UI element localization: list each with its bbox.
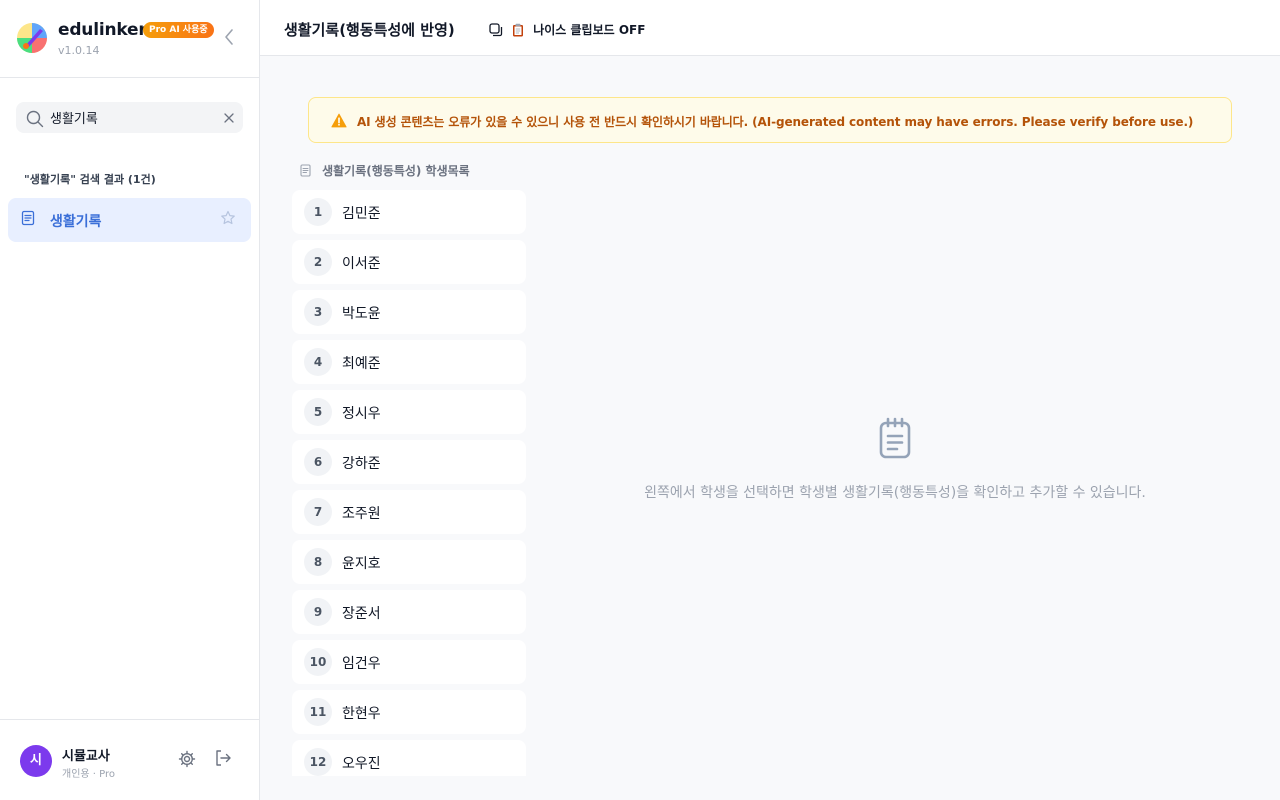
student-list: 1 김민준 2 이서준 3 박도윤 4 최예준 5 정시우 6 강하준 7 조주원 8 윤지호 9 장준서 10 임건… bbox=[292, 190, 526, 776]
top-header: 생활기록(행동특성에 반영) 나이스 클립보드 OFF bbox=[260, 0, 1280, 56]
student-list-heading: 생활기록(행동특성) 학생목록 bbox=[300, 160, 470, 178]
copy-icon bbox=[489, 22, 503, 36]
student-list-item[interactable]: 4 최예준 bbox=[292, 340, 526, 384]
student-list-item[interactable]: 3 박도윤 bbox=[292, 290, 526, 334]
search-icon bbox=[26, 110, 44, 128]
app-version: v1.0.14 bbox=[58, 44, 100, 57]
student-number-badge: 3 bbox=[304, 298, 332, 326]
warning-icon bbox=[331, 113, 347, 128]
search-input[interactable] bbox=[50, 106, 220, 129]
student-name: 김민준 bbox=[342, 206, 381, 222]
student-name: 오우진 bbox=[342, 756, 381, 772]
sidebar-item-label: 생활기록 bbox=[50, 214, 102, 230]
brand-header: edulinker Pro AI 사용중 v1.0.14 bbox=[0, 0, 259, 78]
student-number-badge: 5 bbox=[304, 398, 332, 426]
clear-search-close-icon[interactable] bbox=[223, 112, 235, 124]
student-list-item[interactable]: 8 윤지호 bbox=[292, 540, 526, 584]
student-list-item[interactable]: 7 조주원 bbox=[292, 490, 526, 534]
student-name: 강하준 bbox=[342, 456, 381, 472]
user-name: 시뮬교사 bbox=[62, 749, 110, 764]
student-list-item[interactable]: 2 이서준 bbox=[292, 240, 526, 284]
student-list-item[interactable]: 5 정시우 bbox=[292, 390, 526, 434]
student-number-badge: 6 bbox=[304, 448, 332, 476]
page-title: 생활기록(행동특성에 반영) bbox=[284, 21, 455, 39]
student-name: 조주원 bbox=[342, 506, 381, 522]
avatar[interactable]: 시 bbox=[20, 745, 52, 777]
clipboard-toggle-label: 나이스 클립보드 OFF bbox=[533, 23, 646, 37]
collapse-sidebar-chevron-left-icon[interactable] bbox=[220, 26, 238, 48]
empty-state-message: 왼쪽에서 학생을 선택하면 학생별 생활기록(행동특성)을 확인하고 추가할 수… bbox=[644, 485, 1146, 501]
neis-clipboard-toggle[interactable]: 나이스 클립보드 OFF bbox=[489, 19, 645, 37]
user-profile-bar: 시 시뮬교사 개인용 · Pro bbox=[0, 719, 259, 800]
favorite-star-icon[interactable] bbox=[220, 210, 236, 226]
student-number-badge: 2 bbox=[304, 248, 332, 276]
student-list-item[interactable]: 9 장준서 bbox=[292, 590, 526, 634]
document-icon bbox=[300, 164, 311, 177]
student-list-item[interactable]: 6 강하준 bbox=[292, 440, 526, 484]
search-result-heading: "생활기록" 검색 결과 (1건) bbox=[24, 173, 156, 186]
student-name: 이서준 bbox=[342, 256, 381, 272]
student-name: 윤지호 bbox=[342, 556, 381, 572]
student-list-item[interactable]: 1 김민준 bbox=[292, 190, 526, 234]
settings-gear-icon[interactable] bbox=[178, 750, 196, 768]
clipboard-icon bbox=[513, 23, 524, 36]
student-name: 정시우 bbox=[342, 406, 381, 422]
app-logo-icon bbox=[17, 23, 47, 53]
student-name: 장준서 bbox=[342, 606, 381, 622]
student-name: 박도윤 bbox=[342, 306, 381, 322]
student-number-badge: 8 bbox=[304, 548, 332, 576]
sidebar: edulinker Pro AI 사용중 v1.0.14 "생활기록" 검색 결… bbox=[0, 0, 260, 800]
student-name: 임건우 bbox=[342, 656, 381, 672]
user-plan: 개인용 · Pro bbox=[62, 769, 116, 780]
pro-ai-badge: Pro AI 사용중 bbox=[143, 22, 214, 38]
document-icon bbox=[21, 210, 35, 226]
student-list-item[interactable]: 10 임건우 bbox=[292, 640, 526, 684]
student-number-badge: 1 bbox=[304, 198, 332, 226]
ai-warning-banner: AI 생성 콘텐츠는 오류가 있을 수 있으니 사용 전 반드시 확인하시기 바… bbox=[308, 97, 1232, 143]
student-list-item[interactable]: 11 한현우 bbox=[292, 690, 526, 734]
logout-icon[interactable] bbox=[214, 749, 232, 767]
sidebar-search bbox=[16, 102, 243, 133]
warning-text: AI 생성 콘텐츠는 오류가 있을 수 있으니 사용 전 반드시 확인하시기 바… bbox=[357, 115, 1194, 129]
student-list-item[interactable]: 12 오우진 bbox=[292, 740, 526, 776]
student-number-badge: 11 bbox=[304, 698, 332, 726]
student-name: 한현우 bbox=[342, 706, 381, 722]
brand-name: edulinker bbox=[58, 20, 147, 40]
student-number-badge: 7 bbox=[304, 498, 332, 526]
student-list-title: 생활기록(행동특성) 학생목록 bbox=[322, 164, 470, 178]
student-number-badge: 10 bbox=[304, 648, 332, 676]
notepad-icon bbox=[879, 417, 911, 459]
student-name: 최예준 bbox=[342, 356, 381, 372]
sidebar-item-life-record[interactable]: 생활기록 bbox=[8, 198, 251, 242]
student-number-badge: 9 bbox=[304, 598, 332, 626]
student-number-badge: 4 bbox=[304, 348, 332, 376]
student-number-badge: 12 bbox=[304, 748, 332, 776]
